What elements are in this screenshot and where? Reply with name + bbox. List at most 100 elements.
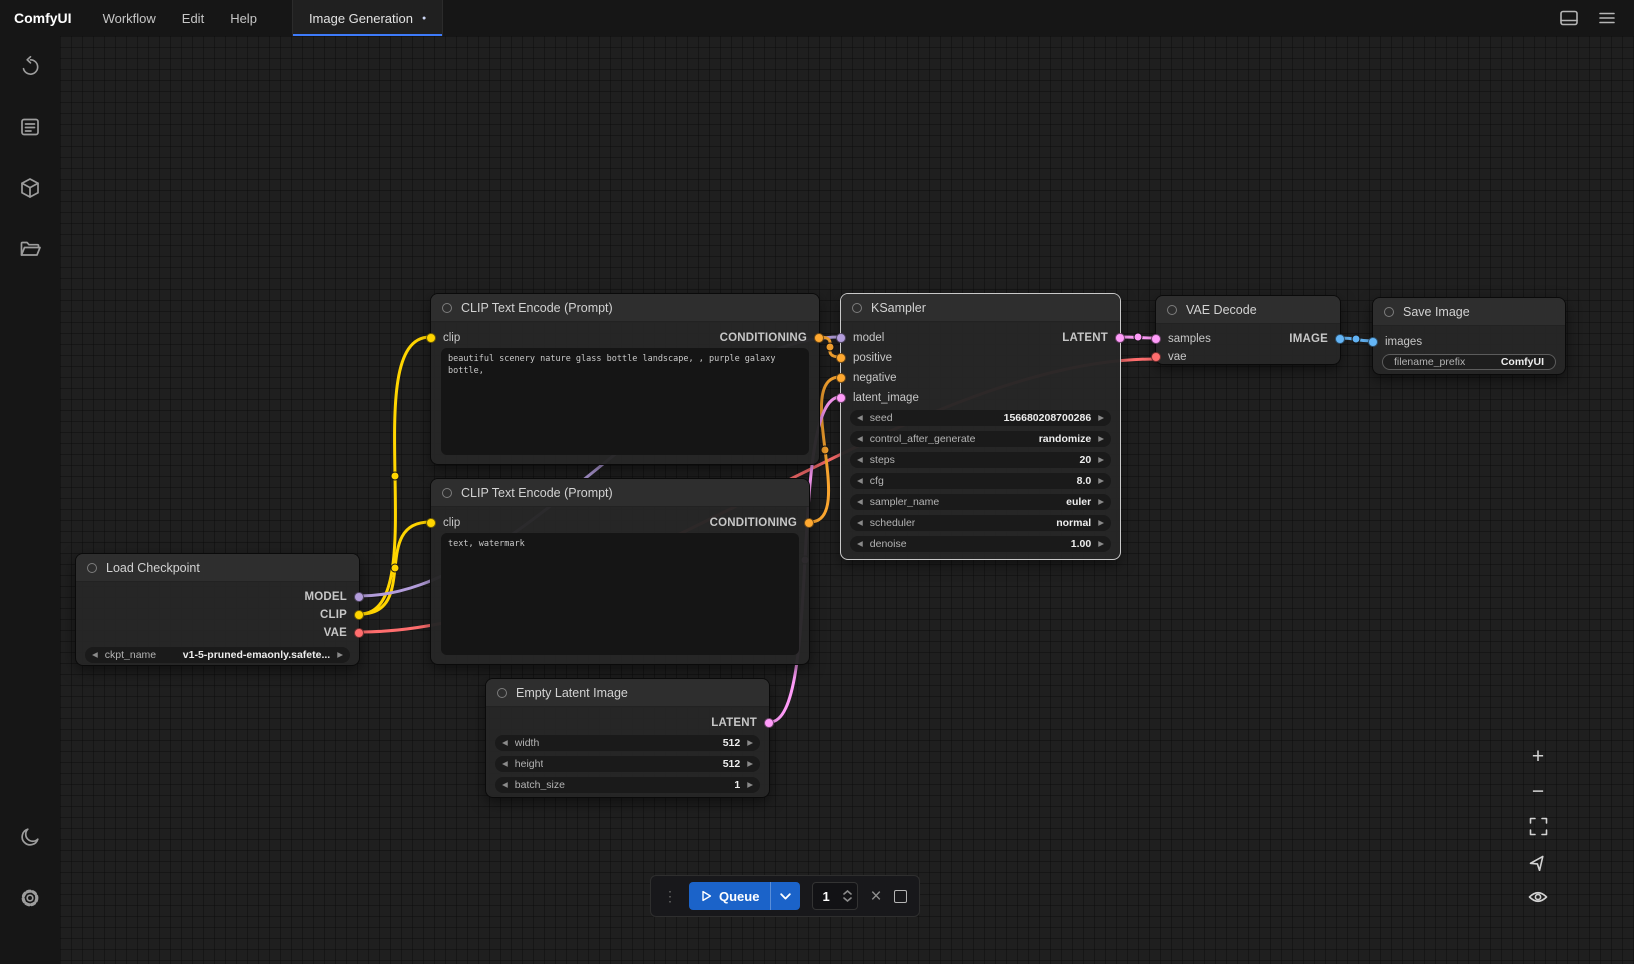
stepper-down-icon[interactable]	[843, 897, 852, 902]
decrement-arrow-icon[interactable]: ◀	[92, 651, 98, 659]
decrement-arrow-icon[interactable]: ◀	[502, 739, 508, 747]
increment-arrow-icon[interactable]: ▶	[1098, 540, 1104, 548]
drag-handle-icon[interactable]: ⋮	[663, 888, 677, 905]
sidebar-queue-button[interactable]	[14, 111, 46, 143]
queue-options-button[interactable]	[770, 882, 800, 910]
menu-help[interactable]: Help	[217, 0, 270, 36]
zoom-out-button[interactable]: −	[1523, 777, 1553, 806]
collapse-dot-icon[interactable]	[442, 488, 452, 498]
output-port-latent[interactable]	[764, 718, 774, 728]
widget-control-after-generate[interactable]: ◀ control_after_generate randomize ▶	[850, 431, 1111, 447]
collapse-dot-icon[interactable]	[852, 303, 862, 313]
menu-workflow[interactable]: Workflow	[90, 0, 169, 36]
increment-arrow-icon[interactable]: ▶	[337, 651, 343, 659]
node-ksampler[interactable]: KSampler model LATENT positive negative …	[840, 293, 1121, 560]
decrement-arrow-icon[interactable]: ◀	[857, 498, 863, 506]
prompt-textarea[interactable]: beautiful scenery nature glass bottle la…	[441, 348, 809, 455]
increment-arrow-icon[interactable]: ▶	[1098, 414, 1104, 422]
settings-button[interactable]	[14, 882, 46, 914]
input-port-vae[interactable]	[1151, 352, 1161, 362]
widget-scheduler[interactable]: ◀ scheduler normal ▶	[850, 515, 1111, 531]
node-load-checkpoint[interactable]: Load Checkpoint MODEL CLIP VAE ◀ ckpt_na…	[75, 553, 360, 666]
output-port-image[interactable]	[1335, 334, 1345, 344]
widget-denoise[interactable]: ◀ denoise 1.00 ▶	[850, 536, 1111, 552]
node-header[interactable]: Load Checkpoint	[76, 554, 359, 582]
batch-count-value[interactable]: 1	[822, 889, 843, 904]
input-port-model[interactable]	[836, 333, 846, 343]
input-port-positive[interactable]	[836, 353, 846, 363]
increment-arrow-icon[interactable]: ▶	[1098, 456, 1104, 464]
output-port-clip[interactable]	[354, 610, 364, 620]
widget-seed[interactable]: ◀ seed 156680208700286 ▶	[850, 410, 1111, 426]
output-port-conditioning[interactable]	[814, 333, 824, 343]
decrement-arrow-icon[interactable]: ◀	[857, 540, 863, 548]
input-port-negative[interactable]	[836, 373, 846, 383]
theme-toggle-button[interactable]	[14, 821, 46, 853]
output-port-conditioning[interactable]	[804, 518, 814, 528]
output-port-latent[interactable]	[1115, 333, 1125, 343]
collapse-dot-icon[interactable]	[497, 688, 507, 698]
collapse-dot-icon[interactable]	[1384, 307, 1394, 317]
increment-arrow-icon[interactable]: ▶	[1098, 519, 1104, 527]
increment-arrow-icon[interactable]: ▶	[1098, 498, 1104, 506]
widget-sampler-name[interactable]: ◀ sampler_name euler ▶	[850, 494, 1111, 510]
node-header[interactable]: Save Image	[1373, 298, 1565, 326]
node-header[interactable]: Empty Latent Image	[486, 679, 769, 707]
input-port-clip[interactable]	[426, 333, 436, 343]
decrement-arrow-icon[interactable]: ◀	[857, 435, 863, 443]
node-empty-latent-image[interactable]: Empty Latent Image LATENT ◀ width 512 ▶ …	[485, 678, 770, 798]
node-header[interactable]: KSampler	[841, 294, 1120, 322]
input-port-samples[interactable]	[1151, 334, 1161, 344]
toggle-bottom-panel-button[interactable]	[1554, 3, 1584, 33]
menu-edit[interactable]: Edit	[169, 0, 217, 36]
widget-filename-prefix[interactable]: filename_prefix ComfyUI	[1382, 354, 1556, 370]
node-header[interactable]: CLIP Text Encode (Prompt)	[431, 479, 809, 507]
sidebar-models-button[interactable]	[14, 172, 46, 204]
decrement-arrow-icon[interactable]: ◀	[857, 477, 863, 485]
node-clip-text-encode-positive[interactable]: CLIP Text Encode (Prompt) clip CONDITION…	[430, 293, 820, 465]
input-port-clip[interactable]	[426, 518, 436, 528]
increment-arrow-icon[interactable]: ▶	[747, 760, 753, 768]
zoom-in-button[interactable]: +	[1523, 742, 1553, 771]
widget-ckpt-name[interactable]: ◀ ckpt_name v1-5-pruned-emaonly.safete..…	[85, 647, 350, 663]
decrement-arrow-icon[interactable]: ◀	[857, 519, 863, 527]
increment-arrow-icon[interactable]: ▶	[747, 781, 753, 789]
stop-icon[interactable]	[894, 890, 907, 903]
widget-height[interactable]: ◀ height 512 ▶	[495, 756, 760, 772]
batch-count-stepper[interactable]: 1	[812, 882, 858, 910]
input-port-images[interactable]	[1368, 337, 1378, 347]
fit-view-button[interactable]	[1523, 812, 1553, 841]
increment-arrow-icon[interactable]: ▶	[1098, 435, 1104, 443]
tab-image-generation[interactable]: Image Generation ●	[292, 0, 443, 36]
main-menu-button[interactable]	[1592, 3, 1622, 33]
stepper-up-icon[interactable]	[843, 890, 852, 895]
widget-width[interactable]: ◀ width 512 ▶	[495, 735, 760, 751]
sidebar-workflows-button[interactable]	[14, 233, 46, 265]
output-port-model[interactable]	[354, 592, 364, 602]
node-vae-decode[interactable]: VAE Decode samples IMAGE vae	[1155, 295, 1341, 365]
widget-batch-size[interactable]: ◀ batch_size 1 ▶	[495, 777, 760, 793]
select-mode-button[interactable]	[1523, 847, 1553, 876]
widget-steps[interactable]: ◀ steps 20 ▶	[850, 452, 1111, 468]
queue-button[interactable]: Queue	[689, 882, 800, 910]
decrement-arrow-icon[interactable]: ◀	[502, 781, 508, 789]
node-clip-text-encode-negative[interactable]: CLIP Text Encode (Prompt) clip CONDITION…	[430, 478, 810, 665]
node-header[interactable]: CLIP Text Encode (Prompt)	[431, 294, 819, 322]
toggle-visibility-button[interactable]	[1523, 882, 1553, 911]
decrement-arrow-icon[interactable]: ◀	[857, 414, 863, 422]
node-save-image[interactable]: Save Image images filename_prefix ComfyU…	[1372, 297, 1566, 375]
node-header[interactable]: VAE Decode	[1156, 296, 1340, 324]
increment-arrow-icon[interactable]: ▶	[1098, 477, 1104, 485]
increment-arrow-icon[interactable]: ▶	[747, 739, 753, 747]
output-port-vae[interactable]	[354, 628, 364, 638]
collapse-dot-icon[interactable]	[1167, 305, 1177, 315]
decrement-arrow-icon[interactable]: ◀	[502, 760, 508, 768]
decrement-arrow-icon[interactable]: ◀	[857, 456, 863, 464]
sidebar-history-button[interactable]	[14, 50, 46, 82]
collapse-dot-icon[interactable]	[442, 303, 452, 313]
clear-queue-icon[interactable]: ×	[870, 887, 881, 906]
input-port-latent-image[interactable]	[836, 393, 846, 403]
collapse-dot-icon[interactable]	[87, 563, 97, 573]
widget-cfg[interactable]: ◀ cfg 8.0 ▶	[850, 473, 1111, 489]
prompt-textarea[interactable]: text, watermark	[441, 533, 799, 655]
